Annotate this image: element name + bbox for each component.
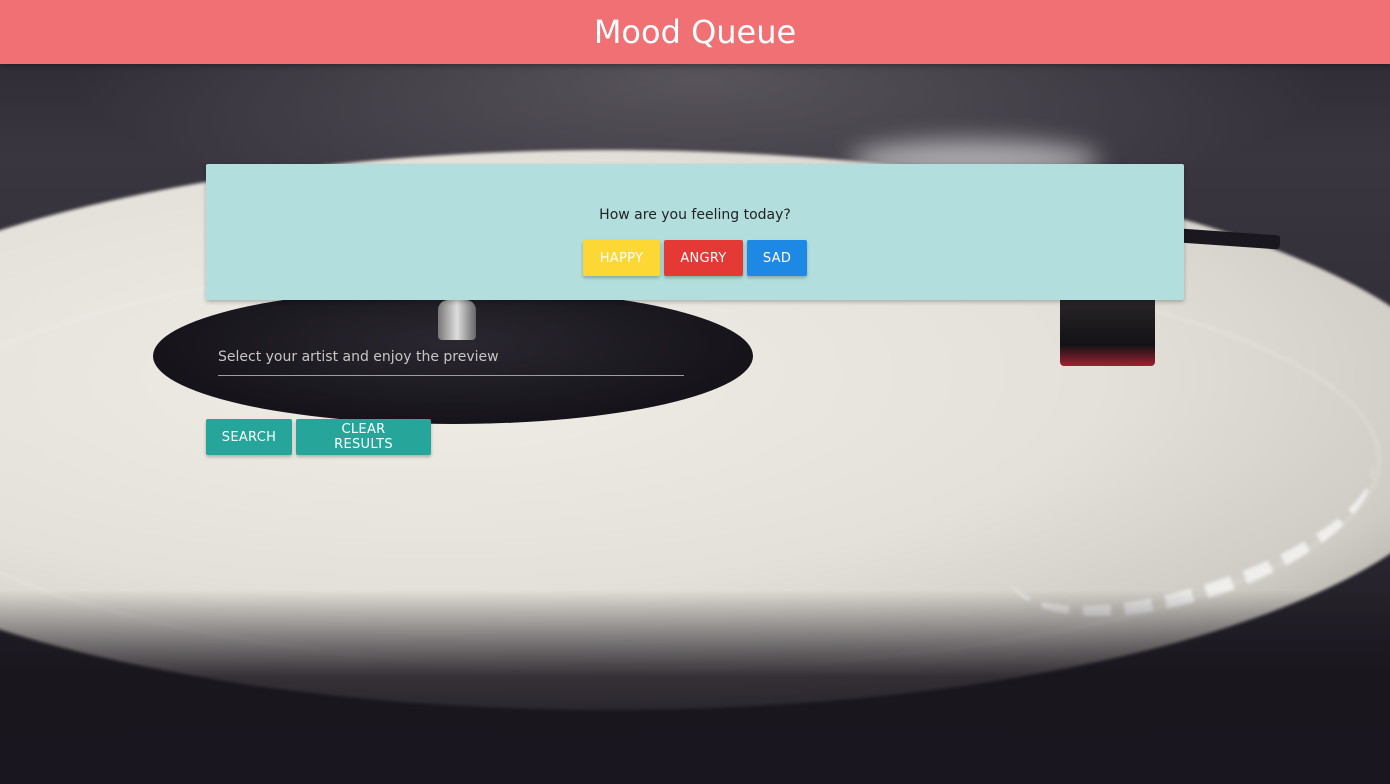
mood-question: How are you feeling today? — [599, 207, 791, 223]
app-title: Mood Queue — [593, 13, 797, 51]
app-header: Mood Queue — [0, 0, 1390, 64]
artist-search-field — [218, 338, 684, 376]
mood-button-group: HAPPY ANGRY SAD — [206, 240, 1184, 276]
clear-results-button[interactable]: CLEAR RESULTS — [296, 419, 431, 455]
mood-card: How are you feeling today? HAPPY ANGRY S… — [206, 164, 1184, 300]
artist-search-input[interactable] — [218, 338, 684, 376]
action-button-group: SEARCH CLEAR RESULTS — [206, 419, 431, 455]
turntable-background-image — [0, 0, 1390, 784]
angry-button[interactable]: ANGRY — [664, 240, 743, 276]
search-button[interactable]: SEARCH — [206, 419, 292, 455]
record-spindle — [438, 300, 476, 340]
background-shadow — [0, 590, 1390, 784]
happy-button[interactable]: HAPPY — [583, 240, 660, 276]
tonearm-cartridge — [1060, 296, 1155, 366]
sad-button[interactable]: SAD — [747, 240, 807, 276]
